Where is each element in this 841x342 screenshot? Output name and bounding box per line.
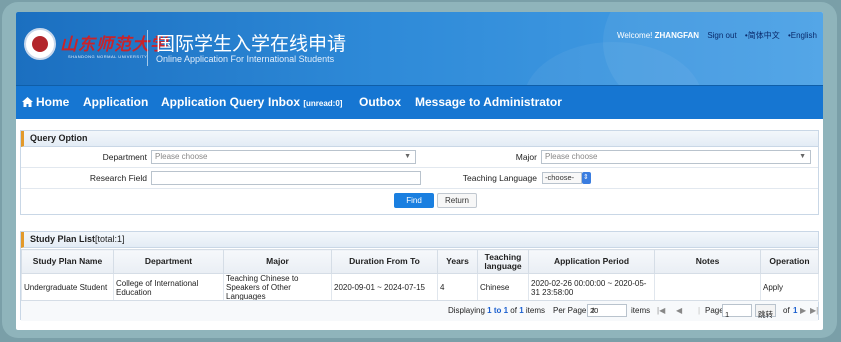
- column-header[interactable]: Operation: [760, 249, 819, 274]
- user-bar: Welcome! ZHANGFAN Sign out •简体中文 •Englis…: [617, 30, 817, 41]
- study-plan-total: [total:1]: [95, 234, 125, 244]
- cell-notes: [654, 273, 761, 302]
- column-header[interactable]: Notes: [654, 249, 761, 274]
- select-stepper-icon: ⇕: [590, 306, 597, 315]
- last-page-icon[interactable]: ▶|: [810, 301, 818, 321]
- nav-home-label: Home: [36, 95, 70, 109]
- cell-language: Chinese: [477, 273, 529, 302]
- page-label: Page: [705, 306, 724, 315]
- go-button[interactable]: 跳转: [755, 301, 776, 321]
- study-plan-panel: Study Plan List[total:1] Study Plan Name…: [20, 231, 819, 321]
- research-field-label: Research Field: [89, 173, 147, 183]
- items-label: items: [631, 306, 651, 315]
- cell-duration: 2020-09-01 ~ 2024-07-15: [331, 273, 438, 302]
- browser-window: 山东师范大学 SHANDONG NORMAL UNIVERSITY 国际学生入学…: [16, 12, 823, 330]
- nav-outbox[interactable]: Outbox: [359, 86, 401, 119]
- next-page-icon[interactable]: ▶: [800, 301, 806, 321]
- pager-total-items: 1: [519, 306, 524, 315]
- pager-separator: |: [698, 306, 701, 315]
- column-header[interactable]: Department: [113, 249, 224, 274]
- university-seal-icon: [24, 28, 56, 60]
- query-row-department: Department Please choose ▼ Major Please …: [21, 147, 818, 168]
- outer-frame: 山东师范大学 SHANDONG NORMAL UNIVERSITY 国际学生入学…: [2, 2, 837, 338]
- table-row: Undergraduate Student College of Interna…: [21, 273, 819, 302]
- lang-en-link[interactable]: •English: [788, 31, 817, 40]
- nav-home[interactable]: Home: [22, 86, 69, 119]
- study-plan-title: Study Plan List: [30, 234, 96, 244]
- column-header[interactable]: Teaching language: [477, 249, 529, 274]
- username: ZHANGFAN: [654, 31, 700, 40]
- nav-application[interactable]: Application: [83, 86, 148, 119]
- table-header-row: Study Plan Name Department Major Duratio…: [21, 249, 819, 274]
- system-title-en: Online Application For International Stu…: [156, 54, 335, 64]
- welcome-text: Welcome!: [616, 31, 653, 40]
- cell-period: 2020-02-26 00:00:00 ~ 2020-05-31 23:58:0…: [528, 273, 655, 302]
- apply-link[interactable]: Apply: [760, 273, 819, 302]
- teaching-language-select[interactable]: -choose-: [542, 172, 591, 184]
- return-button[interactable]: Return: [437, 193, 477, 208]
- query-row-research: Research Field Teaching Language -choose…: [21, 168, 818, 189]
- lang-cn-link[interactable]: •简体中文: [745, 31, 780, 40]
- sign-out-link[interactable]: Sign out: [707, 31, 736, 40]
- home-icon: [22, 97, 33, 107]
- research-field-input[interactable]: [151, 171, 421, 185]
- main-nav: Home Application Application Query Inbox…: [16, 85, 823, 119]
- department-label: Department: [102, 152, 147, 162]
- inbox-unread-count: [unread:0]: [303, 99, 343, 108]
- cell-years: 4: [437, 273, 478, 302]
- major-placeholder: Please choose: [545, 152, 598, 161]
- page-number-input[interactable]: 1: [722, 301, 752, 321]
- nav-inbox-label: Inbox: [268, 95, 300, 109]
- column-header[interactable]: Years: [437, 249, 478, 274]
- per-page-select[interactable]: 20 ⇕: [587, 301, 627, 321]
- total-pages: 1: [793, 306, 798, 315]
- teaching-language-label: Teaching Language: [462, 173, 537, 183]
- nav-inbox[interactable]: Inbox [unread:0]: [268, 86, 342, 119]
- department-select[interactable]: Please choose ▼: [151, 150, 416, 164]
- department-placeholder: Please choose: [155, 152, 208, 161]
- select-stepper-icon: [582, 172, 591, 184]
- system-title-cn: 国际学生入学在线申请: [156, 34, 347, 55]
- nav-message-admin[interactable]: Message to Administrator: [415, 86, 562, 119]
- column-header[interactable]: Major: [223, 249, 332, 274]
- query-panel: Query Option Department Please choose ▼ …: [20, 130, 819, 215]
- teaching-language-value: -choose-: [545, 173, 575, 182]
- column-header[interactable]: Duration From To: [331, 249, 438, 274]
- header-divider: [147, 30, 148, 66]
- study-plan-table: Study Plan Name Department Major Duratio…: [21, 249, 819, 302]
- cell-department: College of International Education: [113, 273, 224, 302]
- chevron-down-icon: ▼: [799, 153, 806, 160]
- find-button[interactable]: Find: [394, 193, 434, 208]
- of-label: of: [783, 306, 790, 315]
- per-page-label: Per Page: [553, 306, 587, 315]
- chevron-down-icon: ▼: [404, 153, 411, 160]
- pager-summary: Displaying 1 to 1 of 1 items: [448, 306, 545, 315]
- university-name-en: SHANDONG NORMAL UNIVERSITY: [68, 54, 148, 59]
- site-header: 山东师范大学 SHANDONG NORMAL UNIVERSITY 国际学生入学…: [16, 12, 823, 85]
- cell-major: Teaching Chinese to Speakers of Other La…: [223, 273, 332, 302]
- study-plan-panel-title: Study Plan List[total:1]: [21, 232, 818, 248]
- cell-plan-name: Undergraduate Student: [21, 273, 114, 302]
- prev-page-icon[interactable]: ◀: [676, 301, 682, 321]
- column-header[interactable]: Application Period: [528, 249, 655, 274]
- first-page-icon[interactable]: |◀: [657, 301, 665, 321]
- query-actions: Find Return: [21, 189, 818, 209]
- university-name: 山东师范大学: [60, 35, 168, 55]
- major-label: Major: [515, 152, 537, 162]
- column-header[interactable]: Study Plan Name: [21, 249, 114, 274]
- major-select[interactable]: Please choose ▼: [541, 150, 811, 164]
- query-panel-title: Query Option: [21, 131, 818, 147]
- pagination-bar: Displaying 1 to 1 of 1 items Per Page 20…: [21, 300, 818, 321]
- pager-range: 1 to 1: [487, 306, 509, 315]
- nav-application-query[interactable]: Application Query: [161, 86, 264, 119]
